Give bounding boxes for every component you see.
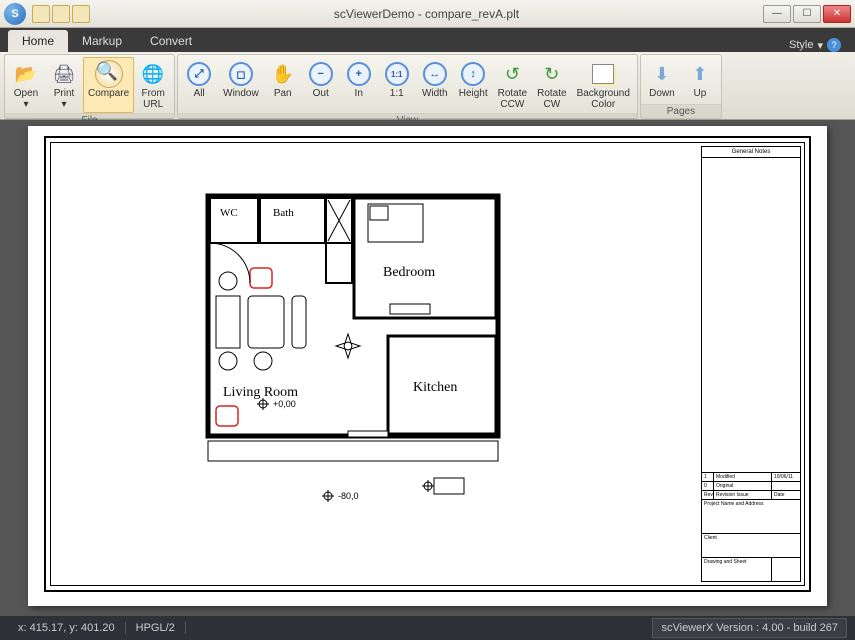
- rotate-cw-icon: ↻: [538, 60, 566, 88]
- page-down-button[interactable]: ⬇Down: [643, 57, 681, 104]
- zoom-11-icon: 1:1: [383, 60, 411, 88]
- zoom-11-button[interactable]: 1:11:1: [378, 57, 416, 113]
- bedroom-label: Bedroom: [383, 265, 435, 280]
- status-version: scViewerX Version : 4.00 - build 267: [652, 618, 847, 638]
- zoom-all-icon: ⤢: [185, 60, 213, 88]
- magnifier-icon: 🔍: [95, 60, 123, 88]
- ribbon-group-file: 📂Open ▾ 🖨Print ▾ 🔍Compare 🌐From URL File: [4, 54, 175, 119]
- quick-access-toolbar: [32, 5, 90, 23]
- open-label: Open ▾: [14, 89, 38, 110]
- kitchen-label: Kitchen: [413, 380, 457, 395]
- wc-label: WC: [220, 207, 238, 219]
- zoom-out-label: Out: [313, 89, 329, 100]
- rotate-cw-button[interactable]: ↻Rotate CW: [532, 57, 571, 113]
- page-down-label: Down: [649, 89, 675, 100]
- open-button[interactable]: 📂Open ▾: [7, 57, 45, 113]
- title-block: General Notes 1Modified10/06/11 0Origina…: [701, 146, 801, 582]
- rotate-cw-label: Rotate CW: [537, 89, 566, 110]
- rotate-ccw-button[interactable]: ↺Rotate CCW: [493, 57, 532, 113]
- pan-label: Pan: [274, 89, 292, 100]
- hand-icon: ✋: [269, 60, 297, 88]
- dim-b: -80,0: [338, 491, 359, 501]
- close-button[interactable]: ✕: [823, 5, 851, 23]
- page-up-button[interactable]: ⬆Up: [681, 57, 719, 104]
- status-coords: x: 415.17, y: 401.20: [8, 622, 126, 634]
- ribbon-tabs: Home Markup Convert Style ▾ ?: [0, 28, 855, 52]
- zoom-all-button[interactable]: ⤢All: [180, 57, 218, 113]
- help-icon[interactable]: ?: [827, 38, 841, 52]
- titlebar: S scViewerDemo - compare_revA.plt — ☐ ✕: [0, 0, 855, 28]
- zoom-window-icon: ◻: [227, 60, 255, 88]
- zoom-in-button[interactable]: +In: [340, 57, 378, 113]
- page-up-label: Up: [694, 89, 707, 100]
- ribbon: 📂Open ▾ 🖨Print ▾ 🔍Compare 🌐From URL File…: [0, 52, 855, 120]
- compare-label: Compare: [88, 89, 129, 100]
- zoom-out-button[interactable]: −Out: [302, 57, 340, 113]
- minimize-button[interactable]: —: [763, 5, 791, 23]
- printer-icon: 🖨: [50, 60, 78, 88]
- status-bar: x: 415.17, y: 401.20 HPGL/2 scViewerX Ve…: [0, 616, 855, 640]
- style-label: Style: [789, 39, 813, 51]
- group-label-pages: Pages: [641, 104, 721, 118]
- style-menu[interactable]: Style ▾ ?: [789, 38, 847, 52]
- dim-a: +0,00: [273, 399, 296, 409]
- compare-button[interactable]: 🔍Compare: [83, 57, 134, 113]
- zoom-11-label: 1:1: [390, 89, 404, 100]
- window-title: scViewerDemo - compare_revA.plt: [90, 7, 763, 21]
- ribbon-group-pages: ⬇Down ⬆Up Pages: [640, 54, 722, 119]
- titleblock-header: General Notes: [702, 147, 800, 158]
- rotate-ccw-label: Rotate CCW: [498, 89, 527, 110]
- arrow-down-icon: ⬇: [648, 60, 676, 88]
- print-button[interactable]: 🖨Print ▾: [45, 57, 83, 113]
- window-controls: — ☐ ✕: [763, 5, 851, 23]
- tab-markup[interactable]: Markup: [68, 30, 136, 52]
- from-url-button[interactable]: 🌐From URL: [134, 57, 172, 113]
- zoom-width-label: Width: [422, 89, 448, 100]
- folder-open-icon: 📂: [12, 60, 40, 88]
- status-format: HPGL/2: [126, 622, 186, 634]
- arrow-up-icon: ⬆: [686, 60, 714, 88]
- zoom-window-label: Window: [223, 89, 259, 100]
- chevron-down-icon: ▾: [817, 39, 823, 52]
- bg-color-icon: [589, 60, 617, 88]
- qat-button-1[interactable]: [32, 5, 50, 23]
- tab-home[interactable]: Home: [8, 30, 68, 52]
- app-icon: S: [4, 3, 26, 25]
- qat-button-3[interactable]: [72, 5, 90, 23]
- zoom-out-icon: −: [307, 60, 335, 88]
- maximize-button[interactable]: ☐: [793, 5, 821, 23]
- zoom-height-button[interactable]: ↕Height: [454, 57, 493, 113]
- zoom-height-label: Height: [459, 89, 488, 100]
- bath-label: Bath: [273, 207, 294, 219]
- rotate-ccw-icon: ↺: [498, 60, 526, 88]
- zoom-in-icon: +: [345, 60, 373, 88]
- living-label: Living Room: [223, 385, 298, 400]
- pan-button[interactable]: ✋Pan: [264, 57, 302, 113]
- zoom-in-label: In: [355, 89, 363, 100]
- zoom-height-icon: ↕: [459, 60, 487, 88]
- print-label: Print ▾: [54, 89, 75, 110]
- zoom-width-icon: ↔: [421, 60, 449, 88]
- drawing-canvas[interactable]: WC Bath Bedroom Kitchen Living Room: [0, 120, 855, 616]
- zoom-all-label: All: [194, 89, 205, 100]
- bg-color-button[interactable]: Background Color: [572, 57, 635, 113]
- ribbon-group-view: ⤢All ◻Window ✋Pan −Out +In 1:11:1 ↔Width…: [177, 54, 638, 119]
- globe-icon: 🌐: [139, 60, 167, 88]
- zoom-window-button[interactable]: ◻Window: [218, 57, 264, 113]
- drawing-sheet: WC Bath Bedroom Kitchen Living Room: [28, 126, 827, 606]
- tab-convert[interactable]: Convert: [136, 30, 206, 52]
- floor-plan: WC Bath Bedroom Kitchen Living Room: [198, 186, 538, 556]
- zoom-width-button[interactable]: ↔Width: [416, 57, 454, 113]
- qat-button-2[interactable]: [52, 5, 70, 23]
- bg-color-label: Background Color: [577, 89, 630, 110]
- from-url-label: From URL: [141, 89, 164, 110]
